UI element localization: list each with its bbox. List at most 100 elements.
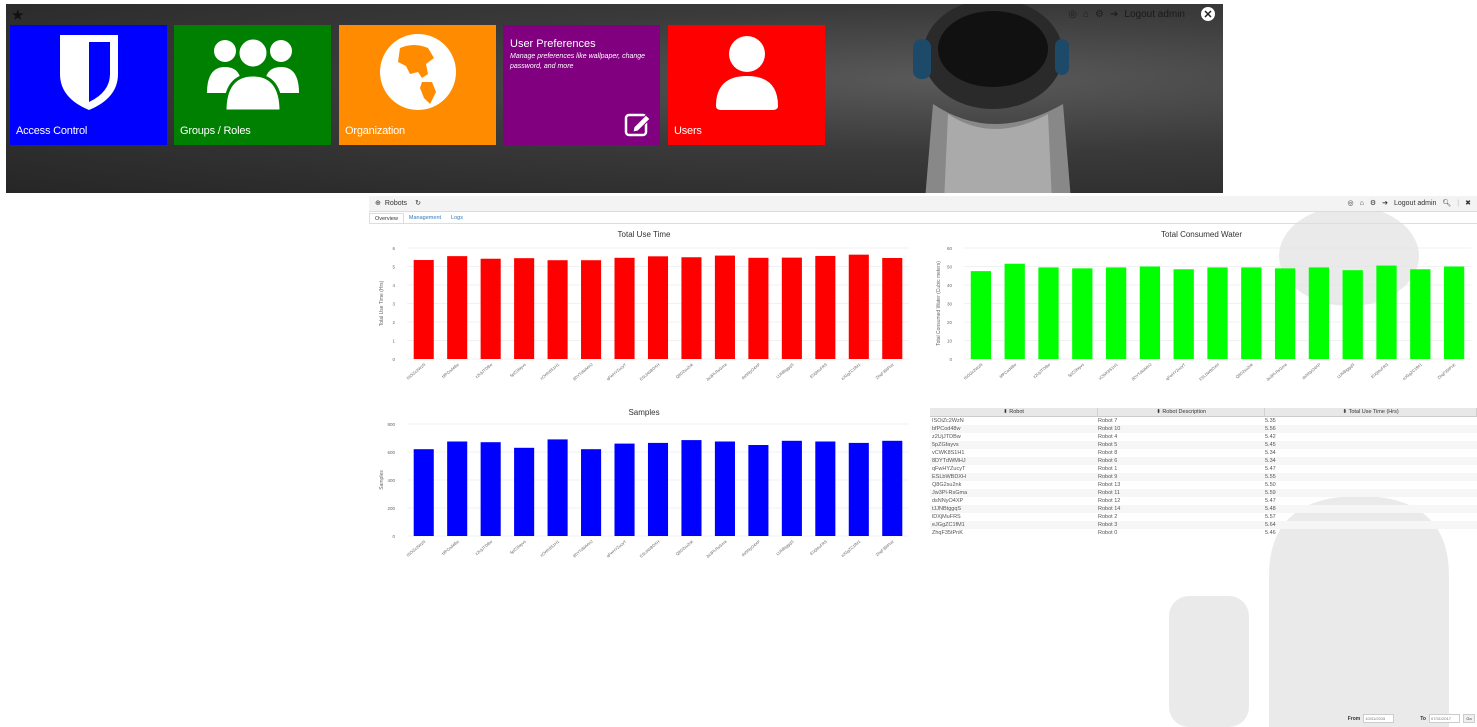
tile-user-preferences[interactable]: User Preferences Manage preferences like… [503,25,660,145]
close-icon[interactable]: ✕ [1201,7,1215,21]
bar [547,439,568,536]
table-cell: Robot 3 [1098,522,1118,528]
bar [547,260,568,359]
x-tick-label: lDXjMuFRS [809,362,828,379]
tile-groups-roles[interactable]: Groups / Roles [174,25,331,145]
x-tick-label: Q8G2su2nk [1234,362,1254,380]
bar [681,257,702,359]
table-row[interactable]: qFwHYZucyT Robot 1 5.47 [930,465,1477,473]
table-row[interactable]: dsNNyO4XP Robot 12 5.47 [930,497,1477,505]
favorites-star-icon[interactable]: ★ [11,6,24,24]
x-tick-label: bfPCod48w [998,362,1017,379]
table-cell: Robot 9 [1098,474,1118,480]
bar [614,443,635,536]
home-icon[interactable]: ⌂ [1360,200,1364,207]
y-axis-label: Total Use Time (Hrs) [379,280,385,326]
from-date-input[interactable]: 10/31/2015 [1363,714,1395,723]
bar [447,256,468,359]
x-tick-label: 5pZGfayvs [509,539,527,555]
logout-link[interactable]: Logout admin [1124,9,1185,20]
table-cell: vCWK8S1H1 [932,450,965,456]
home-icon[interactable]: ⌂ [1083,9,1089,20]
table-row[interactable]: 8DYTdWMHJ Robot 6 5.34 [930,457,1477,465]
table-row[interactable]: Q8G2su2nk Robot 13 5.50 [930,481,1477,489]
table-cell: dsNNyO4XP [932,498,964,504]
bar [781,440,802,536]
chart-total-use-time: Total Use Time 0 1 2 3 4 5 6 Total Use Time (Hr… [369,228,919,400]
table-row[interactable]: ISOiZc2WzN Robot 7 5.35 [930,417,1477,425]
x-tick-label: bfPCod48w [441,362,460,379]
x-tick-label: qFwHYZucyT [1165,362,1187,382]
table-cell: Jw3Pl-RsGma [932,490,968,496]
table-cell: Robot 6 [1098,458,1118,464]
x-tick-label: vCWK8S1H1 [1097,361,1119,380]
tile-users[interactable]: Users [668,25,825,145]
table-cell: 5.48 [1265,506,1276,512]
tile-label: Users [674,125,702,137]
globe-icon[interactable]: ◎ [1347,199,1353,207]
x-tick-label: 8DYTdWMHJ [1131,362,1153,382]
bar [1241,267,1262,359]
x-tick-label: ESLbWBDXH [639,539,661,559]
search-icon[interactable]: 🔍︎ [1442,199,1451,207]
bar [1072,268,1093,359]
from-label: From [1347,715,1361,722]
bar [413,449,434,536]
table-cell: Robot 7 [1098,418,1118,424]
x-tick-label: eJGgZC1fM1 [1401,361,1423,381]
go-button[interactable]: Go [1463,714,1475,723]
x-tick-label: z2UjJTDBw [1032,362,1051,379]
table-row[interactable]: vCWK8S1H1 Robot 8 5.34 [930,449,1477,457]
table-row[interactable]: ZhqF35tPnK Robot 0 5.46 [930,529,1477,537]
users-group-icon [206,36,299,113]
dashboard-panel: ★ ◎ ⌂ ⚙ ➔ Logout admin ✕ Access Control [6,4,1223,193]
table-cell: Robot 12 [1098,498,1121,504]
x-tick-label: lDXjMuFRS [1370,362,1389,379]
to-date-input[interactable]: 07/31/2017 [1429,714,1460,723]
x-tick-label: eJGgZC1fM1 [840,361,862,381]
gears-icon[interactable]: ⚙ [1370,199,1376,207]
table-cell: 5.46 [1265,530,1276,536]
x-tick-label: 8DYTdWMHJ [572,539,594,559]
y-tick-label: 1 [392,339,395,344]
table-row[interactable]: lDXjMuFRS Robot 2 5.57 [930,513,1477,521]
bar [714,441,735,536]
bar [514,447,535,536]
column-header-robot[interactable]: ⬍ Robot [930,408,1099,416]
table-cell: 5.35 [1265,418,1276,424]
column-header-description[interactable]: ⬍ Robot Description [1098,408,1266,416]
globe-icon[interactable]: ◎ [1068,9,1077,20]
table-row[interactable]: 5pZGfayvs Robot 5 5.45 [930,441,1477,449]
table-row[interactable]: tJJNBtggqS Robot 14 5.48 [930,505,1477,513]
column-header-use-time[interactable]: ⬍ Total Use Time (Hrs) [1265,408,1477,416]
close-icon[interactable]: ✖ [1465,199,1471,207]
table-cell: Robot 1 [1098,466,1118,472]
tile-organization[interactable]: Organization [339,25,496,145]
x-tick-label: tJJNBtggqS [775,539,795,557]
x-tick-label: 5pZGfayvs [1067,362,1085,378]
table-row[interactable]: Jw3Pl-RsGma Robot 11 5.59 [930,489,1477,497]
table-row[interactable]: ESLbWBDXH Robot 9 5.55 [930,473,1477,481]
bar [480,442,501,536]
logout-icon[interactable]: ➔ [1382,199,1388,207]
chart-svg: 0 10 20 30 40 50 60 Total Consumed Water (Cubic… [936,246,1471,382]
edit-icon [624,113,651,137]
tile-access-control[interactable]: Access Control [10,25,167,145]
logout-link[interactable]: Logout admin [1394,200,1436,207]
table-cell: lDXjMuFRS [932,514,961,520]
table-cell: z2UjJTDBw [932,434,961,440]
table-row[interactable]: z2UjJTDBw Robot 4 5.42 [930,433,1477,441]
x-tick-label: dsNNyO4XP [1301,362,1322,381]
table-row[interactable]: eJGgZC1fM1 Robot 3 5.64 [930,521,1477,529]
y-tick-label: 5 [392,265,395,270]
table-row[interactable]: bfPCod48w Robot 10 5.56 [930,425,1477,433]
table-cell: Robot 14 [1098,506,1121,512]
bar [1274,268,1296,359]
gears-icon[interactable]: ⚙ [1095,9,1104,20]
bar [1139,266,1161,359]
table-cell: 5.47 [1265,466,1276,472]
refresh-icon[interactable]: ↻ [415,199,421,207]
table-cell: 5.34 [1265,458,1276,464]
logout-icon[interactable]: ➔ [1110,9,1118,20]
chart-title: Samples [628,408,660,417]
